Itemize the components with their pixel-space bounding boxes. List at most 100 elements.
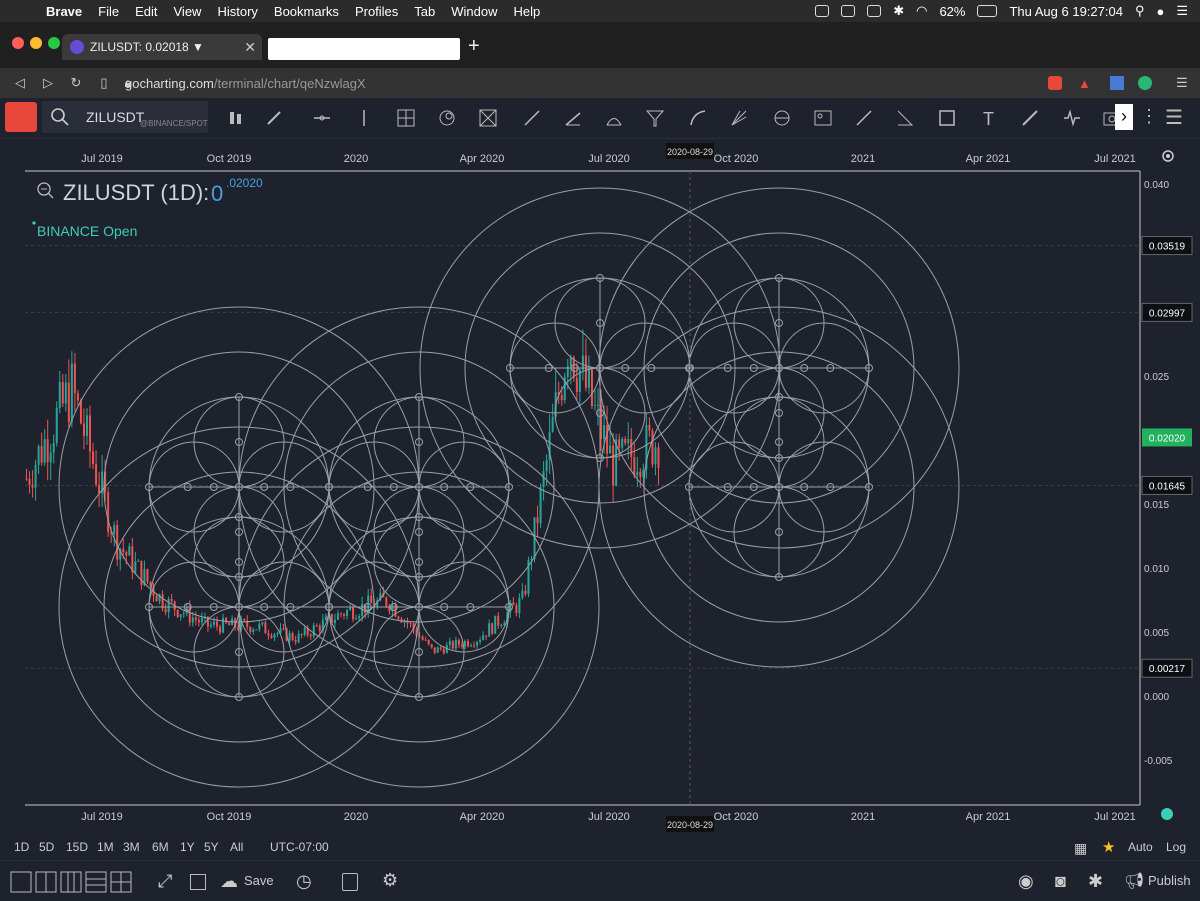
settings-icon[interactable]: ⚙ bbox=[382, 870, 398, 891]
tab-close-icon[interactable]: ✕ bbox=[244, 39, 256, 56]
hamburger-menu-icon[interactable]: ☰ bbox=[1165, 105, 1183, 130]
range-1y[interactable]: 1Y bbox=[180, 840, 195, 854]
menu-view[interactable]: View bbox=[174, 4, 202, 19]
filter-tool-icon[interactable] bbox=[645, 108, 665, 128]
rectangle-tool-icon[interactable] bbox=[937, 108, 957, 128]
time-tick-top: Jul 2020 bbox=[588, 153, 630, 165]
timezone[interactable]: UTC-07:00 bbox=[270, 840, 329, 854]
log-scale-button[interactable]: Log bbox=[1166, 840, 1186, 854]
grid-tool-icon[interactable] bbox=[396, 108, 416, 128]
minimize-window-button[interactable] bbox=[30, 37, 42, 49]
cloud-icon[interactable]: ☁ bbox=[220, 871, 238, 892]
price-tick: 0.010 bbox=[1144, 564, 1169, 575]
bluetooth-icon[interactable]: ✱ bbox=[893, 3, 904, 19]
grid-toggle-icon[interactable]: ▦ bbox=[1074, 840, 1087, 857]
range-1d[interactable]: 1D bbox=[14, 840, 29, 854]
favorite-star-icon[interactable]: ★ bbox=[1102, 838, 1115, 856]
discord-icon[interactable]: ◙ bbox=[1055, 871, 1066, 892]
angle-tool-icon[interactable] bbox=[895, 108, 915, 128]
save-button[interactable]: Save bbox=[244, 873, 274, 888]
bug-report-icon[interactable]: ✱ bbox=[1088, 871, 1103, 892]
time-tick-bottom: Oct 2019 bbox=[207, 811, 252, 823]
ray-tool-icon[interactable] bbox=[563, 108, 583, 128]
extension-grammarly-icon[interactable] bbox=[1138, 76, 1152, 90]
menu-app-name[interactable]: Brave bbox=[46, 4, 82, 19]
brave-rewards-icon[interactable]: ▲ bbox=[1078, 76, 1091, 91]
range-all[interactable]: All bbox=[230, 840, 243, 854]
battery-icon[interactable] bbox=[977, 5, 998, 17]
zoom-window-button[interactable] bbox=[48, 37, 60, 49]
range-15d[interactable]: 15D bbox=[66, 840, 88, 854]
range-6m[interactable]: 6M bbox=[152, 840, 169, 854]
gocharting-logo[interactable] bbox=[5, 102, 37, 132]
chart-type-candles-icon[interactable] bbox=[226, 108, 246, 128]
spotlight-search-icon[interactable]: ⚲ bbox=[1135, 3, 1145, 19]
megaphone-icon[interactable]: 📢︎ bbox=[1124, 871, 1144, 891]
line-segment-tool-icon[interactable] bbox=[854, 108, 874, 128]
horizontal-line-tool-icon[interactable] bbox=[312, 108, 332, 128]
menu-help[interactable]: Help bbox=[514, 4, 541, 19]
pencil-tool-icon[interactable] bbox=[264, 108, 284, 128]
range-1m[interactable]: 1M bbox=[97, 840, 114, 854]
more-options-icon[interactable]: ⋮ bbox=[1140, 106, 1158, 127]
chart-area[interactable]: Jul 2019 Oct 2019 2020 Apr 2020 Jul 2020 Oct … bbox=[7, 140, 1193, 834]
status-icon-1[interactable] bbox=[815, 5, 830, 17]
wifi-icon[interactable]: ◠ bbox=[916, 3, 927, 19]
menu-tab[interactable]: Tab bbox=[414, 4, 435, 19]
tab-blank[interactable] bbox=[268, 38, 460, 60]
browser-menu-icon[interactable]: ☰ bbox=[1176, 75, 1188, 91]
text-tool-icon[interactable]: T bbox=[979, 108, 999, 128]
close-window-button[interactable] bbox=[12, 37, 24, 49]
support-lifebuoy-icon[interactable]: ◉ bbox=[1018, 871, 1034, 892]
history-clock-icon[interactable]: ◷ bbox=[296, 871, 312, 892]
pitchfork-tool-icon[interactable] bbox=[729, 108, 749, 128]
indicators-icon[interactable] bbox=[1062, 108, 1082, 128]
extension-translate-icon[interactable] bbox=[1110, 76, 1124, 90]
publish-button[interactable]: Publish bbox=[1148, 873, 1191, 888]
forward-icon[interactable]: ▷ bbox=[40, 75, 56, 91]
candle-body bbox=[476, 641, 479, 646]
clock[interactable]: Thu Aug 6 19:27:04 bbox=[1009, 4, 1122, 19]
menu-window[interactable]: Window bbox=[451, 4, 497, 19]
menu-edit[interactable]: Edit bbox=[135, 4, 157, 19]
menu-history[interactable]: History bbox=[217, 4, 257, 19]
cycle-tool-icon[interactable] bbox=[772, 108, 792, 128]
reload-icon[interactable]: ↻ bbox=[68, 75, 84, 91]
status-icon-3[interactable] bbox=[867, 5, 882, 17]
menu-profiles[interactable]: Profiles bbox=[355, 4, 398, 19]
brush-tool-icon[interactable] bbox=[1020, 108, 1040, 128]
layout-icons[interactable] bbox=[10, 871, 134, 893]
trend-line-tool-icon[interactable] bbox=[522, 108, 542, 128]
status-icon-2[interactable] bbox=[841, 5, 856, 17]
range-5d[interactable]: 5D bbox=[39, 840, 54, 854]
current-price-tag: 0.02020 bbox=[1149, 433, 1186, 444]
symbol-search[interactable]: ZILUSDT @BINANCE/SPOT bbox=[42, 101, 208, 133]
auto-scale-button[interactable]: Auto bbox=[1128, 840, 1153, 854]
add-template-icon[interactable] bbox=[342, 873, 358, 891]
bookmark-icon[interactable]: ▯ bbox=[96, 75, 112, 91]
image-tool-icon[interactable] bbox=[813, 108, 833, 128]
vertical-line-tool-icon[interactable] bbox=[354, 108, 374, 128]
brave-shields-icon[interactable] bbox=[1048, 76, 1062, 90]
price-chart[interactable]: Jul 2019 Oct 2019 2020 Apr 2020 Jul 2020 Oct … bbox=[7, 140, 1193, 834]
candle-body bbox=[70, 363, 73, 423]
browser-tab-active[interactable]: ZILUSDT: 0.02018 ▼ ✕ bbox=[62, 34, 262, 60]
back-icon[interactable]: ◁ bbox=[12, 75, 28, 91]
fullscreen-icon[interactable]: ⤢ bbox=[158, 871, 172, 892]
menu-bookmarks[interactable]: Bookmarks bbox=[274, 4, 339, 19]
candle-body bbox=[85, 415, 88, 436]
search-icon[interactable] bbox=[50, 107, 70, 127]
new-tab-plus-icon[interactable]: + bbox=[468, 35, 480, 58]
user-avatar-icon[interactable]: ● bbox=[1156, 4, 1164, 19]
range-5y[interactable]: 5Y bbox=[204, 840, 219, 854]
url-field[interactable]: gocharting.com/terminal/chart/qeNzwlagX bbox=[125, 76, 366, 91]
toolbar-scroll-right-icon[interactable]: › bbox=[1115, 104, 1133, 130]
range-3m[interactable]: 3M bbox=[123, 840, 140, 854]
menu-file[interactable]: File bbox=[98, 4, 119, 19]
fib-spiral-tool-icon[interactable] bbox=[437, 108, 457, 128]
control-center-icon[interactable]: ☰ bbox=[1176, 3, 1188, 19]
snapshot-icon[interactable] bbox=[190, 874, 206, 890]
fib-fan-tool-icon[interactable] bbox=[604, 108, 624, 128]
curve-tool-icon[interactable] bbox=[688, 108, 708, 128]
gann-box-tool-icon[interactable] bbox=[478, 108, 498, 128]
